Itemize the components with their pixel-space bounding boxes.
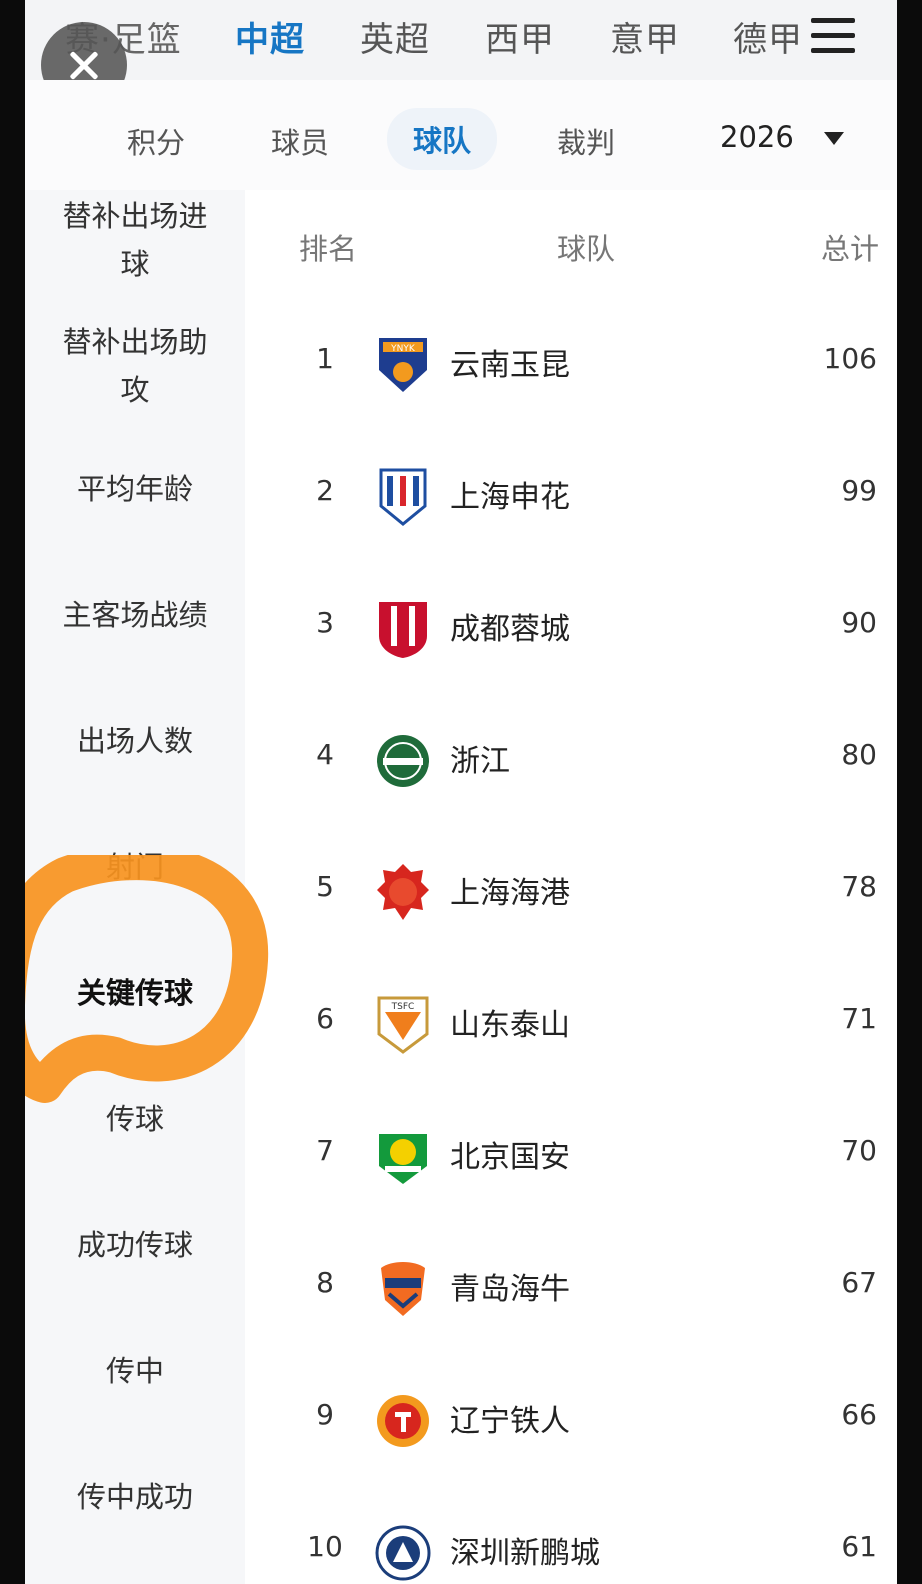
team-name: 深圳新鹏城 [450,1536,600,1571]
tab-bundesliga[interactable]: 德甲 [733,12,803,61]
rank: 1 [316,342,334,375]
total-value: 78 [841,870,877,903]
tab-seriea[interactable]: 意甲 [610,12,680,61]
tab-laliga[interactable]: 西甲 [485,12,555,61]
sidebar-item-sub-assists[interactable]: 替补出场助 攻 [35,318,235,414]
sidebar-item-crosses[interactable]: 传中 [35,1347,235,1395]
column-header-team: 球队 [557,232,616,266]
total-value: 106 [823,342,877,375]
chengdu-rongcheng-logo-icon [379,602,427,658]
team-name: 青岛海牛 [450,1272,570,1307]
total-value: 66 [841,1398,877,1431]
yunnan-yukun-logo-icon: YNYK [379,338,427,392]
team-name: 山东泰山 [450,1008,570,1043]
table-row[interactable]: 8 青岛海牛 67 [245,1220,897,1352]
team-name: 北京国安 [450,1140,570,1175]
total-value: 61 [841,1530,877,1563]
shanghai-port-logo-icon [377,864,429,920]
qingdao-hainiu-logo-icon [381,1262,425,1316]
rank: 5 [316,870,334,903]
sidebar-item-shots[interactable]: 射门 [35,843,235,891]
sidebar-item-successful-crosses[interactable]: 传中成功 [35,1473,235,1521]
beijing-guoan-logo-icon [379,1134,427,1184]
table-header: 排名 球队 总计 [245,190,897,290]
table-row[interactable]: 10 深圳新鹏城 61 [245,1484,897,1584]
tab-csl[interactable]: 中超 [235,12,305,61]
rank: 4 [316,738,334,771]
zhejiang-logo-icon [377,735,429,787]
league-tab-bar: 赛·足篮 中超 英超 西甲 意甲 德甲 [25,0,897,80]
sidebar-item-home-away[interactable]: 主客场战绩 [35,591,235,639]
table-row[interactable]: 3 成都蓉城 90 [245,560,897,692]
team-name: 浙江 [450,744,510,779]
stat-category-sidebar: 替补出场进 球 替补出场助 攻 平均年龄 主客场战绩 出场人数 射门 关键传球 … [25,190,245,1584]
sidebar-item-avg-age[interactable]: 平均年龄 [35,465,235,513]
svg-text:YNYK: YNYK [390,344,416,354]
rank: 9 [316,1398,334,1431]
shandong-taishan-logo-icon: TSFC [377,996,429,1054]
rank: 8 [316,1266,334,1299]
column-header-rank: 排名 [299,232,358,266]
team-name: 云南玉昆 [450,348,570,383]
tab-epl[interactable]: 英超 [360,12,430,61]
team-name: 上海申花 [450,480,570,515]
sidebar-item-appearances[interactable]: 出场人数 [35,717,235,765]
tab-standings[interactable]: 积分 [127,120,185,162]
table-row[interactable]: 9 辽宁铁人 66 [245,1352,897,1484]
svg-text:TSFC: TSFC [391,1002,415,1012]
table-row[interactable]: 2 上海申花 99 [245,428,897,560]
total-value: 71 [841,1002,877,1035]
stat-type-tabs: 积分 球员 球队 裁判 2026 [25,80,897,190]
rank: 6 [316,1002,334,1035]
total-value: 70 [841,1134,877,1167]
app-screen: 赛·足篮 中超 英超 西甲 意甲 德甲 积分 球员 球队 裁判 2026 替补出… [25,0,897,1584]
rank: 10 [307,1530,343,1563]
table-row[interactable]: 5 上海海港 78 [245,824,897,956]
total-value: 99 [841,474,877,507]
season-select[interactable]: 2026 [720,120,794,154]
sidebar-item-successful-passes[interactable]: 成功传球 [35,1221,235,1269]
rank: 7 [316,1134,334,1167]
tab-referees[interactable]: 裁判 [557,120,615,162]
table-row[interactable]: 4 浙江 80 [245,692,897,824]
shenzhen-xinpengcheng-logo-icon [375,1525,431,1581]
table-row[interactable]: 6 TSFC 山东泰山 71 [245,956,897,1088]
tab-teams[interactable]: 球队 [387,108,498,170]
menu-icon[interactable] [811,14,855,54]
rank: 3 [316,606,334,639]
total-value: 67 [841,1266,877,1299]
sidebar-item-passes[interactable]: 传球 [35,1095,235,1143]
total-value: 90 [841,606,877,639]
total-value: 80 [841,738,877,771]
rank: 2 [316,474,334,507]
sidebar-item-sub-goals[interactable]: 替补出场进 球 [35,192,235,288]
sidebar-item-key-passes[interactable]: 关键传球 [35,969,235,1017]
column-header-total: 总计 [820,232,879,266]
tab-players[interactable]: 球员 [271,120,329,162]
table-row[interactable]: 7 北京国安 70 [245,1088,897,1220]
team-name: 辽宁铁人 [450,1404,570,1439]
table-row[interactable]: 1 YNYK 云南玉昆 106 [245,296,897,428]
team-name: 上海海港 [450,876,570,911]
shanghai-shenhua-logo-icon [379,468,427,526]
chevron-down-icon[interactable] [824,132,844,145]
liaoning-tieren-logo-icon [377,1395,429,1447]
team-name: 成都蓉城 [450,612,570,647]
